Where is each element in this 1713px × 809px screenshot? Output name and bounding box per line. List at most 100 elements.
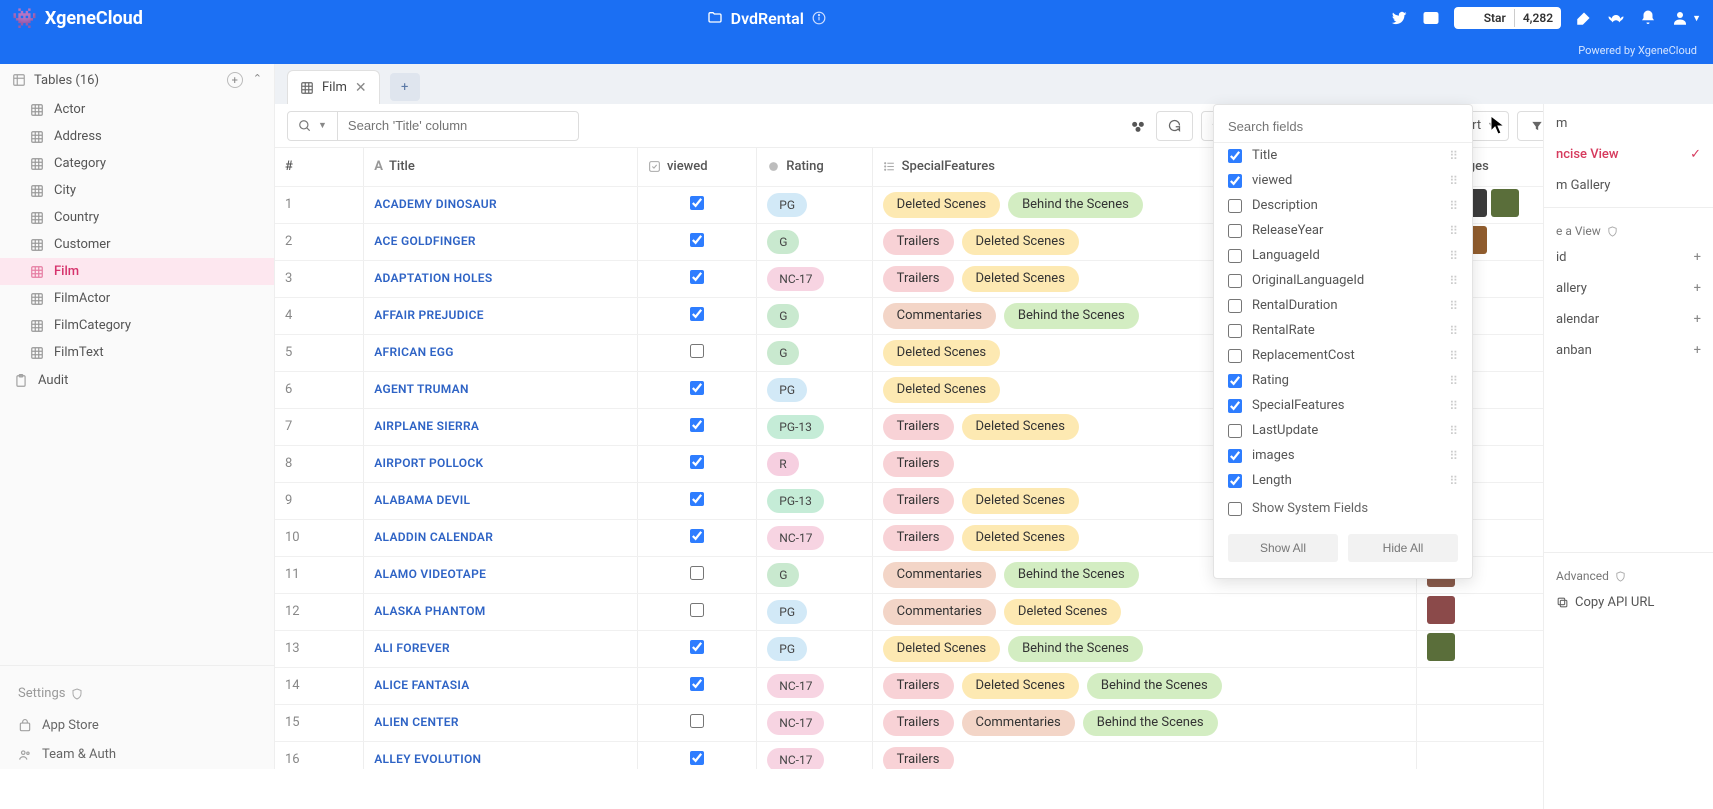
field-toggle-images[interactable]: images⠿ [1214,443,1472,468]
col-rating[interactable]: Rating [757,148,872,186]
drag-icon[interactable]: ⠿ [1449,474,1458,488]
github-star-button[interactable]: Star 4,282 [1454,7,1561,29]
add-table-icon[interactable]: + [227,72,243,88]
table-item-address[interactable]: Address [0,123,274,150]
drag-icon[interactable]: ⠿ [1449,299,1458,313]
rating-badge[interactable]: NC-17 [767,748,824,770]
drag-icon[interactable]: ⠿ [1449,424,1458,438]
field-toggle-releaseyear[interactable]: ReleaseYear⠿ [1214,218,1472,243]
table-row[interactable]: 5 AFRICAN EGG G Deleted Scenes [275,334,1713,371]
discord-icon[interactable] [1422,9,1440,27]
feature-chip[interactable]: Deleted Scenes [962,414,1079,440]
row-title-link[interactable]: AGENT TRUMAN [374,382,469,396]
row-title-link[interactable]: ALABAMA DEVIL [374,493,470,507]
feature-chip[interactable]: Trailers [883,525,954,551]
rating-badge[interactable]: PG-13 [767,489,824,513]
feature-chip[interactable]: Deleted Scenes [962,229,1079,255]
plus-icon[interactable]: + [1694,312,1701,327]
logo[interactable]: 👾 XgeneCloud [12,6,143,30]
table-row[interactable]: 3 ADAPTATION HOLES NC-17 TrailersDeleted… [275,260,1713,297]
viewed-checkbox[interactable] [690,455,704,469]
row-title-link[interactable]: ALI FOREVER [374,641,450,655]
field-toggle-lastupdate[interactable]: LastUpdate⠿ [1214,418,1472,443]
create-view-type[interactable]: anban+ [1544,335,1713,366]
table-row[interactable]: 2 ACE GOLDFINGER G TrailersDeleted Scene… [275,223,1713,260]
viewed-checkbox[interactable] [690,677,704,691]
plus-icon[interactable]: + [1694,250,1701,265]
search-input[interactable] [338,118,578,133]
feature-chip[interactable]: Trailers [883,414,954,440]
table-item-filmcategory[interactable]: FilmCategory [0,312,274,339]
collapse-icon[interactable]: ⌃ [253,72,262,88]
feature-chip[interactable]: Commentaries [962,710,1075,736]
feature-chip[interactable]: Deleted Scenes [962,266,1079,292]
viewed-checkbox[interactable] [690,344,704,358]
field-toggle-rentalrate[interactable]: RentalRate⠿ [1214,318,1472,343]
rating-badge[interactable]: G [767,341,799,365]
table-item-filmactor[interactable]: FilmActor [0,285,274,312]
row-title-link[interactable]: ALASKA PHANTOM [374,604,485,618]
feature-chip[interactable]: Commentaries [883,303,996,329]
feature-chip[interactable]: Behind the Scenes [1008,192,1143,218]
feature-chip[interactable]: Deleted Scenes [883,377,1000,403]
rating-badge[interactable]: PG [767,193,807,217]
drag-icon[interactable]: ⠿ [1449,274,1458,288]
viewed-checkbox[interactable] [690,381,704,395]
table-row[interactable]: 15 ALIEN CENTER NC-17 TrailersCommentari… [275,704,1713,741]
powered-by[interactable]: Powered by XgeneCloud [1578,44,1697,57]
feature-chip[interactable]: Trailers [883,451,954,477]
rating-badge[interactable]: NC-17 [767,674,824,698]
drag-icon[interactable]: ⠿ [1449,374,1458,388]
feature-chip[interactable]: Commentaries [883,562,996,588]
viewed-checkbox[interactable] [690,270,704,284]
rating-badge[interactable]: PG [767,600,807,624]
twitter-icon[interactable] [1390,9,1408,27]
feature-chip[interactable]: Commentaries [883,599,996,625]
create-view-type[interactable]: allery+ [1544,273,1713,304]
sidebar-tables-header[interactable]: Tables (16) + ⌃ [0,64,274,96]
feature-chip[interactable]: Deleted Scenes [1004,599,1121,625]
feature-chip[interactable]: Behind the Scenes [1087,673,1222,699]
rating-badge[interactable]: PG-13 [767,415,824,439]
drag-icon[interactable]: ⠿ [1449,224,1458,238]
view-item[interactable]: m Gallery [1544,170,1713,201]
feature-chip[interactable]: Deleted Scenes [962,673,1079,699]
field-toggle-title[interactable]: Title⠿ [1214,143,1472,168]
feature-chip[interactable]: Behind the Scenes [1004,562,1139,588]
feature-chip[interactable]: Deleted Scenes [883,340,1000,366]
field-toggle-viewed[interactable]: viewed⠿ [1214,168,1472,193]
table-item-category[interactable]: Category [0,150,274,177]
feature-chip[interactable]: Trailers [883,710,954,736]
drag-icon[interactable]: ⠿ [1449,324,1458,338]
viewed-checkbox[interactable] [690,529,704,543]
field-toggle-rating[interactable]: Rating⠿ [1214,368,1472,393]
row-title-link[interactable]: ACE GOLDFINGER [374,234,476,248]
drag-icon[interactable]: ⠿ [1449,399,1458,413]
field-toggle-specialfeatures[interactable]: SpecialFeatures⠿ [1214,393,1472,418]
feature-chip[interactable]: Trailers [883,266,954,292]
viewed-checkbox[interactable] [690,418,704,432]
feature-chip[interactable]: Deleted Scenes [883,636,1000,662]
rating-badge[interactable]: NC-17 [767,267,824,291]
viewed-checkbox[interactable] [690,714,704,728]
plus-icon[interactable]: + [1694,343,1701,358]
thumbnail[interactable] [1491,189,1519,217]
row-title-link[interactable]: ALAMO VIDEOTAPE [374,567,486,581]
row-title-link[interactable]: ACADEMY DINOSAUR [374,197,497,211]
rating-badge[interactable]: G [767,304,799,328]
field-toggle-description[interactable]: Description⠿ [1214,193,1472,218]
table-row[interactable]: 16 ALLEY EVOLUTION NC-17 Trailers 180 [275,741,1713,769]
table-item-customer[interactable]: Customer [0,231,274,258]
table-row[interactable]: 8 AIRPORT POLLOCK R Trailers [275,445,1713,482]
table-item-filmtext[interactable]: FilmText [0,339,274,365]
drag-icon[interactable]: ⠿ [1449,149,1458,163]
table-row[interactable]: 12 ALASKA PHANTOM PG CommentariesDeleted… [275,593,1713,630]
viewed-checkbox[interactable] [690,233,704,247]
share-icon[interactable] [1128,116,1148,136]
feature-chip[interactable]: Behind the Scenes [1004,303,1139,329]
row-title-link[interactable]: ALICE FANTASIA [374,678,469,692]
table-item-actor[interactable]: Actor [0,96,274,123]
feature-chip[interactable]: Deleted Scenes [962,525,1079,551]
tab-film[interactable]: Film ✕ [287,70,380,104]
table-row[interactable]: 13 ALI FOREVER PG Deleted ScenesBehind t… [275,630,1713,667]
